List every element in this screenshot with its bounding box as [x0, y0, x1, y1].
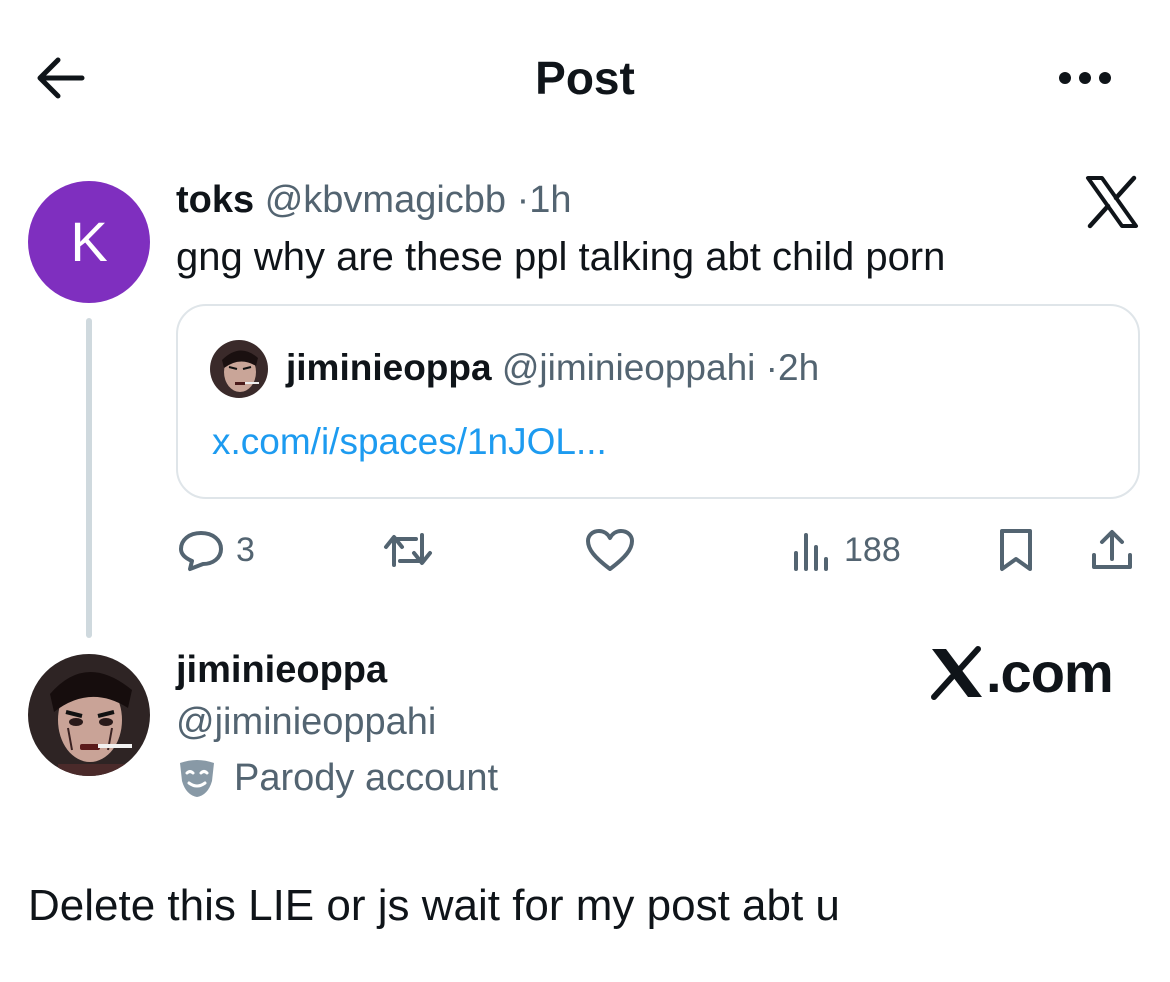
like-icon — [586, 529, 634, 571]
bookmark-button[interactable] — [996, 525, 1036, 575]
share-icon — [1092, 530, 1132, 569]
page-title: Post — [535, 52, 635, 104]
separator: · — [765, 347, 778, 388]
repost-icon — [384, 533, 432, 567]
quoted-author-name[interactable]: jiminieoppa — [286, 347, 492, 388]
bookmark-icon — [1000, 529, 1032, 571]
parody-label: Parody account — [176, 756, 498, 800]
views-count: 188 — [844, 530, 901, 569]
quoted-author-handle[interactable]: @jiminieoppahi — [502, 347, 756, 388]
x-com-text: .com — [986, 641, 1114, 704]
quoted-header: jiminieoppa @jiminieoppahi ·2h — [286, 346, 819, 390]
quoted-link[interactable]: x.com/i/spaces/1nJOL... — [212, 420, 607, 464]
reply-icon — [179, 531, 223, 571]
thread-line — [86, 318, 92, 638]
views-button[interactable]: 188 — [792, 525, 901, 575]
post-header: toks @kbvmagicbb ·1h — [176, 178, 572, 222]
x-com-logo: .com — [928, 640, 1118, 706]
separator: · — [516, 179, 530, 221]
profile-handle[interactable]: @jiminieoppahi — [176, 700, 436, 744]
post-time[interactable]: 1h — [529, 179, 571, 221]
avatar[interactable]: K — [28, 181, 150, 303]
author-name[interactable]: toks — [176, 179, 254, 221]
views-icon — [794, 533, 828, 571]
parody-label-text: Parody account — [234, 757, 499, 799]
reply-count: 3 — [236, 530, 255, 569]
x-logo-icon — [931, 646, 982, 700]
x-logo-icon — [1082, 172, 1142, 232]
avatar[interactable] — [28, 654, 150, 776]
repost-button[interactable] — [380, 525, 436, 575]
parody-mask-icon — [180, 760, 214, 797]
more-icon — [1059, 72, 1111, 84]
like-button[interactable] — [584, 525, 636, 575]
author-handle[interactable]: @kbvmagicbb — [265, 179, 506, 221]
profile-name[interactable]: jiminieoppa — [176, 648, 387, 692]
more-button[interactable] — [1050, 60, 1120, 96]
reply-text: Delete this LIE or js wait for my post a… — [28, 881, 840, 930]
quoted-avatar[interactable] — [210, 340, 268, 398]
share-button[interactable] — [1088, 525, 1136, 575]
reply-button[interactable]: 3 — [176, 525, 255, 575]
quoted-post[interactable] — [176, 304, 1140, 499]
quoted-time[interactable]: 2h — [778, 347, 819, 388]
post-text: gng why are these ppl talking abt child … — [176, 235, 946, 279]
